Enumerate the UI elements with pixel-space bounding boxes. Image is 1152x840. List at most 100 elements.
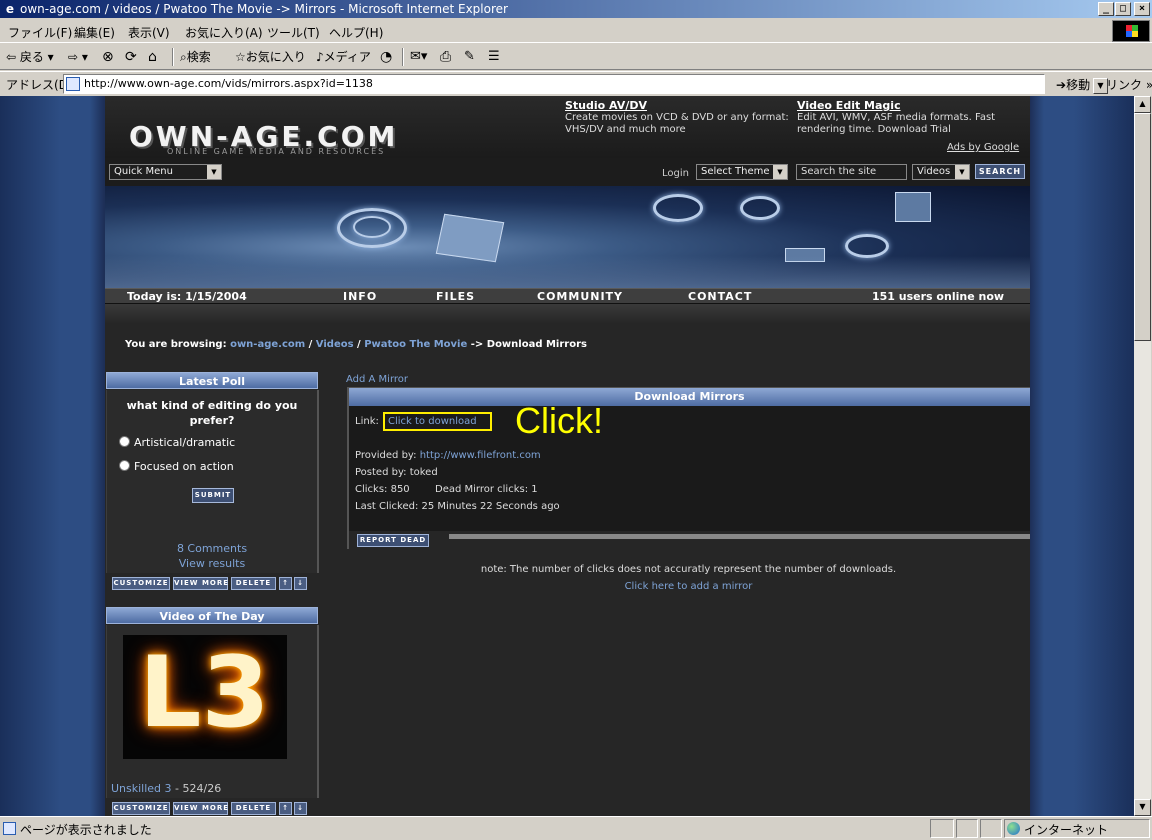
move-up-icon[interactable]: ↑ xyxy=(279,802,292,815)
provided-by: Provided by: http://www.filefront.com xyxy=(355,450,541,461)
poll-panel: what kind of editing do you prefer? Arti… xyxy=(106,390,319,573)
ad-text: Edit AVI, WMV, ASF media formats. Fast r… xyxy=(797,112,996,135)
go-arrow-icon: ➔ xyxy=(1056,78,1067,92)
customize-button[interactable]: CUSTOMIZE xyxy=(112,577,170,590)
address-input[interactable]: http://www.own-age.com/vids/mirrors.aspx… xyxy=(63,74,1108,94)
restore-button[interactable]: □ xyxy=(1115,2,1131,16)
vod-caption: Unskilled 3 - 524/26 xyxy=(111,782,221,795)
menu-edit[interactable]: 編集(E) xyxy=(74,24,115,41)
move-down-icon[interactable]: ↓ xyxy=(294,802,307,815)
ad-title[interactable]: Video Edit Magic xyxy=(797,100,1022,112)
click-count: Clicks: 850 xyxy=(355,484,410,495)
menu-favorites[interactable]: お気に入り(A) xyxy=(185,24,263,41)
quick-menu-select[interactable]: Quick Menu ▼ xyxy=(109,164,222,180)
theme-value: Select Theme xyxy=(701,166,770,177)
site-search-input[interactable]: Search the site xyxy=(796,164,907,180)
breadcrumb-home[interactable]: own-age.com xyxy=(230,339,305,350)
site-banner xyxy=(105,186,1030,288)
add-mirror-here-link[interactable]: Click here to add a mirror xyxy=(347,581,1030,592)
scroll-up-icon[interactable]: ▲ xyxy=(1134,96,1151,113)
click-annotation: Click! xyxy=(515,400,603,441)
window-title: own-age.com / videos / Pwatoo The Movie … xyxy=(20,2,508,16)
status-text: ページが表示されました xyxy=(20,823,152,837)
footer-rule xyxy=(449,534,1030,539)
provider-link[interactable]: http://www.filefront.com xyxy=(420,450,541,461)
history-icon[interactable]: ◔ xyxy=(380,48,392,66)
breadcrumb-movie[interactable]: Pwatoo The Movie xyxy=(364,339,467,350)
provided-by-label: Provided by: xyxy=(355,450,417,461)
back-button[interactable]: ⇦ 戻る ▾ xyxy=(6,48,54,66)
poll-comments-link[interactable]: 8 Comments xyxy=(107,542,317,555)
poll-submit-button[interactable]: SUBMIT xyxy=(192,488,234,503)
dead-mirror-count: Dead Mirror clicks: 1 xyxy=(435,484,538,495)
media-button[interactable]: ♪メディア xyxy=(316,48,371,66)
ie-logo-icon: e xyxy=(5,2,15,16)
menu-tools[interactable]: ツール(T) xyxy=(267,24,320,41)
delete-button[interactable]: DELETE xyxy=(231,577,276,590)
view-more-button[interactable]: VIEW MORE xyxy=(173,577,228,590)
users-online: 151 users online now xyxy=(872,290,1005,303)
download-mirrors-panel: Download Mirrors Link: Click to download… xyxy=(347,387,1030,550)
menu-file[interactable]: ファイル(F) xyxy=(8,24,72,41)
banner-plate-shape xyxy=(895,192,931,222)
search-button[interactable]: ⌕検索 xyxy=(180,48,211,66)
close-button[interactable]: × xyxy=(1134,2,1150,16)
nav-community[interactable]: COMMUNITY xyxy=(537,290,623,303)
link-label: Link: xyxy=(355,416,379,427)
site-tagline: ONLINE GAME MEDIA AND RESOURCES xyxy=(167,147,386,156)
search-scope-select[interactable]: Videos ▼ xyxy=(912,164,970,180)
ad-video-edit-magic[interactable]: Video Edit Magic Edit AVI, WMV, ASF medi… xyxy=(797,100,1022,136)
ad-studio-av[interactable]: Studio AV/DV Create movies on VCD & DVD … xyxy=(565,100,790,136)
minimize-button[interactable]: _ xyxy=(1098,2,1114,16)
download-link[interactable]: Click to download xyxy=(383,412,492,431)
banner-floor-shape xyxy=(105,256,1030,288)
search-label: 検索 xyxy=(186,50,211,64)
vod-title: Video of The Day xyxy=(106,607,318,624)
view-more-button[interactable]: VIEW MORE xyxy=(173,802,228,815)
vod-thumbnail[interactable]: L3 xyxy=(123,635,287,759)
title-bar[interactable]: e own-age.com / videos / Pwatoo The Movi… xyxy=(0,0,1152,18)
scroll-down-icon[interactable]: ▼ xyxy=(1134,799,1151,816)
forward-button[interactable]: ⇨ ▾ xyxy=(68,48,88,66)
status-bar: ページが表示されました インターネット xyxy=(0,816,1152,840)
scroll-thumb[interactable] xyxy=(1134,113,1151,341)
nav-files[interactable]: FILES xyxy=(436,290,475,303)
site-search-button[interactable]: SEARCH xyxy=(975,164,1025,179)
add-mirror-link[interactable]: Add A Mirror xyxy=(346,374,408,385)
edit-icon[interactable]: ✎ xyxy=(464,48,475,66)
discuss-icon[interactable]: ☰ xyxy=(488,48,500,66)
refresh-icon[interactable]: ⟳ xyxy=(125,48,137,66)
favorites-button[interactable]: ☆お気に入り xyxy=(235,48,306,66)
poll-option-radio-1[interactable] xyxy=(119,436,130,447)
print-icon[interactable]: ⎙ xyxy=(440,48,451,66)
poll-results-link[interactable]: View results xyxy=(107,557,317,570)
nav-info[interactable]: INFO xyxy=(343,290,377,303)
home-icon[interactable]: ⌂ xyxy=(148,48,157,66)
report-dead-button[interactable]: REPORT DEAD xyxy=(357,534,429,547)
clicks-note: note: The number of clicks does not accu… xyxy=(480,564,897,575)
banner-ring-shape xyxy=(845,234,889,258)
poll-option-radio-2[interactable] xyxy=(119,460,130,471)
links-button[interactable]: リンク » xyxy=(1106,76,1152,93)
vod-panel: L3 Unskilled 3 - 524/26 xyxy=(106,625,319,798)
breadcrumb-videos[interactable]: Videos xyxy=(316,339,354,350)
customize-button[interactable]: CUSTOMIZE xyxy=(112,802,170,815)
go-label: 移動 xyxy=(1066,78,1091,92)
ads-by-google-link[interactable]: Ads by Google xyxy=(947,142,1019,153)
nav-contact[interactable]: CONTACT xyxy=(688,290,752,303)
vod-title-link[interactable]: Unskilled 3 xyxy=(111,782,172,795)
vertical-scrollbar[interactable]: ▲ ▼ xyxy=(1134,96,1151,816)
login-link[interactable]: Login xyxy=(662,168,689,179)
move-up-icon[interactable]: ↑ xyxy=(279,577,292,590)
menu-view[interactable]: 表示(V) xyxy=(128,24,170,41)
site-header: OWN-AGE.COM ONLINE GAME MEDIA AND RESOUR… xyxy=(105,96,1030,158)
menu-help[interactable]: ヘルプ(H) xyxy=(329,24,383,41)
windows-logo-icon xyxy=(1112,20,1150,42)
move-down-icon[interactable]: ↓ xyxy=(294,577,307,590)
mail-icon[interactable]: ✉▾ xyxy=(410,48,427,66)
go-button[interactable]: ➔移動 xyxy=(1056,76,1090,93)
ad-title[interactable]: Studio AV/DV xyxy=(565,100,790,112)
delete-button[interactable]: DELETE xyxy=(231,802,276,815)
stop-icon[interactable]: ⊗ xyxy=(102,48,114,66)
theme-select[interactable]: Select Theme ▼ xyxy=(696,164,788,180)
